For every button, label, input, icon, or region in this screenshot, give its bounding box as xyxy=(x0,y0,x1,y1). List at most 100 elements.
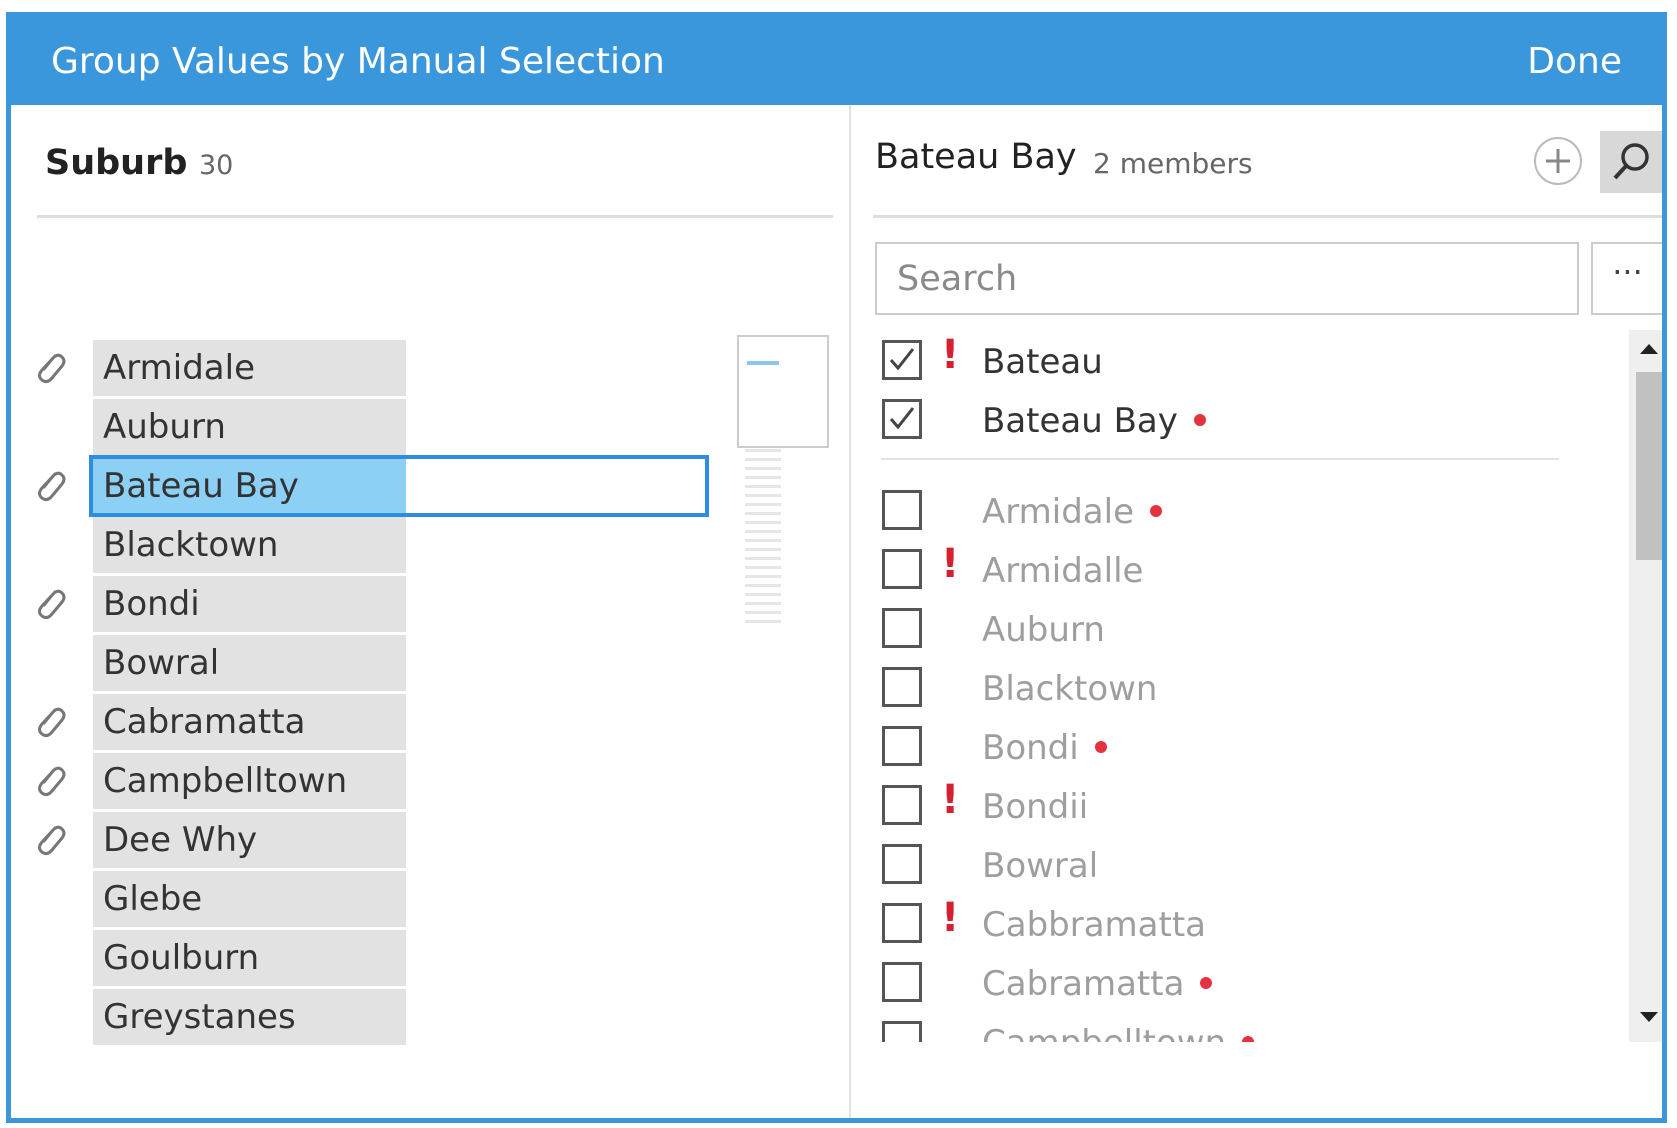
member-row[interactable]: Bowral xyxy=(851,838,1611,894)
group-row[interactable]: Dee Why xyxy=(11,812,731,868)
group-label: Bondi xyxy=(103,584,200,624)
member-checkbox[interactable] xyxy=(882,608,922,648)
groups-pane: Suburb 30 Armidale Auburn Bateau Bay Blackt… xyxy=(11,105,849,1118)
exclamation-icon: ! xyxy=(941,777,960,823)
group-label: Bateau Bay xyxy=(103,466,299,506)
member-label-text: Armidalle xyxy=(982,551,1144,591)
member-label-text: Cabramatta xyxy=(982,964,1185,1004)
member-label: Bowral xyxy=(982,846,1098,886)
group-dot-icon xyxy=(1200,976,1213,989)
list-minimap-viewport[interactable] xyxy=(737,335,829,448)
member-row[interactable]: Campbelltown xyxy=(851,1015,1611,1042)
group-row[interactable]: Greystanes xyxy=(11,989,731,1045)
member-label-text: Bateau Bay xyxy=(982,401,1178,441)
group-label: Campbelltown xyxy=(103,761,348,801)
member-row[interactable]: Bateau Bay xyxy=(851,393,1611,449)
member-checkbox[interactable] xyxy=(882,399,922,439)
group-dot-icon xyxy=(1094,740,1107,753)
member-list-scrollbar[interactable] xyxy=(1629,330,1662,1042)
selected-group-name: Bateau Bay xyxy=(875,137,1077,177)
exclamation-icon: ! xyxy=(941,541,960,587)
member-label: Bondi xyxy=(982,728,1107,768)
header-divider xyxy=(873,215,1662,218)
members-separator xyxy=(881,458,1559,460)
group-row[interactable]: Auburn xyxy=(11,399,731,455)
member-row[interactable]: Auburn xyxy=(851,602,1611,658)
group-label: Armidale xyxy=(103,348,255,388)
checkmark-icon xyxy=(889,348,915,371)
group-row[interactable]: Goulburn xyxy=(11,930,731,986)
exclamation-icon: ! xyxy=(941,332,960,378)
member-label: Bondii xyxy=(982,787,1088,827)
magnifier-icon xyxy=(1613,143,1649,180)
scroll-up-arrow-icon[interactable] xyxy=(1640,344,1658,354)
group-values-dialog: Group Values by Manual Selection Done Su… xyxy=(6,12,1667,1123)
group-row[interactable]: Bowral xyxy=(11,635,731,691)
member-label-text: Bondii xyxy=(982,787,1089,827)
member-row[interactable]: ! Armidalle xyxy=(851,541,1611,599)
group-dot-icon xyxy=(1242,1035,1255,1042)
member-label-text: Armidale xyxy=(982,492,1134,532)
member-checkbox[interactable] xyxy=(882,903,922,943)
member-label-text: Auburn xyxy=(982,610,1105,650)
member-checkbox[interactable] xyxy=(882,785,922,825)
group-row[interactable]: Cabramatta xyxy=(11,694,731,750)
search-input[interactable] xyxy=(875,242,1579,315)
member-checkbox[interactable] xyxy=(882,667,922,707)
member-label: Armidalle xyxy=(982,551,1143,591)
search-toggle-button[interactable] xyxy=(1600,131,1662,193)
member-checkbox[interactable] xyxy=(882,962,922,1002)
field-name: Suburb xyxy=(45,143,188,183)
member-label: Cabbramatta xyxy=(982,905,1206,945)
title-bar: Group Values by Manual Selection Done xyxy=(11,17,1662,105)
member-label: Campbelltown xyxy=(982,1023,1255,1042)
member-row[interactable]: ! Bateau xyxy=(851,332,1611,390)
group-row[interactable]: Armidale xyxy=(11,340,731,396)
member-checkbox[interactable] xyxy=(882,726,922,766)
paperclip-icon xyxy=(38,589,66,620)
member-label-text: Campbelltown xyxy=(982,1023,1226,1042)
member-checkbox[interactable] xyxy=(882,844,922,884)
group-row[interactable]: Bateau Bay xyxy=(11,455,731,517)
member-label: Auburn xyxy=(982,610,1105,650)
member-row[interactable]: Bondi xyxy=(851,720,1611,776)
done-button[interactable]: Done xyxy=(1527,41,1622,82)
member-checkbox[interactable] xyxy=(882,549,922,589)
member-row[interactable]: Armidale xyxy=(851,484,1611,540)
group-row[interactable]: Glebe xyxy=(11,871,731,927)
group-label: Goulburn xyxy=(103,938,260,978)
member-checkbox[interactable] xyxy=(882,340,922,380)
member-label: Bateau xyxy=(982,342,1103,382)
minimap-selection-marker xyxy=(747,361,779,365)
group-label: Glebe xyxy=(103,879,203,919)
scroll-down-arrow-icon[interactable] xyxy=(1640,1012,1658,1022)
member-checkbox[interactable] xyxy=(882,490,922,530)
member-row[interactable]: Cabramatta xyxy=(851,956,1611,1012)
group-row[interactable]: Campbelltown xyxy=(11,753,731,809)
paperclip-icon xyxy=(38,825,66,856)
scroll-thumb[interactable] xyxy=(1636,372,1662,560)
more-options-button[interactable]: ··· xyxy=(1591,242,1662,315)
member-label: Bateau Bay xyxy=(982,401,1206,441)
members-pane: Bateau Bay 2 members ··· ! Bateau Bateau B… xyxy=(851,105,1662,1118)
member-row[interactable]: ! Cabbramatta xyxy=(851,895,1611,953)
field-count: 30 xyxy=(199,150,234,181)
member-row[interactable]: Blacktown xyxy=(851,661,1611,717)
member-checkbox[interactable] xyxy=(882,1021,922,1042)
member-list: ! Bateau Bateau Bay Armidale! Armidalle Aubur… xyxy=(851,330,1611,1042)
member-label: Cabramatta xyxy=(982,964,1213,1004)
member-label: Armidale xyxy=(982,492,1162,532)
exclamation-icon: ! xyxy=(941,895,960,941)
add-group-button[interactable] xyxy=(1534,137,1582,185)
member-count: 2 members xyxy=(1093,147,1253,180)
checkmark-icon xyxy=(889,407,915,430)
group-dot-icon xyxy=(1150,504,1162,517)
group-label: Dee Why xyxy=(103,820,258,860)
member-label-text: Bondi xyxy=(982,728,1079,768)
member-label-text: Bowral xyxy=(982,846,1099,886)
member-label-text: Bateau xyxy=(982,342,1103,382)
group-row[interactable]: Bondi xyxy=(11,576,731,632)
group-label: Auburn xyxy=(103,407,226,447)
group-row[interactable]: Blacktown xyxy=(11,517,731,573)
member-row[interactable]: ! Bondii xyxy=(851,777,1611,835)
